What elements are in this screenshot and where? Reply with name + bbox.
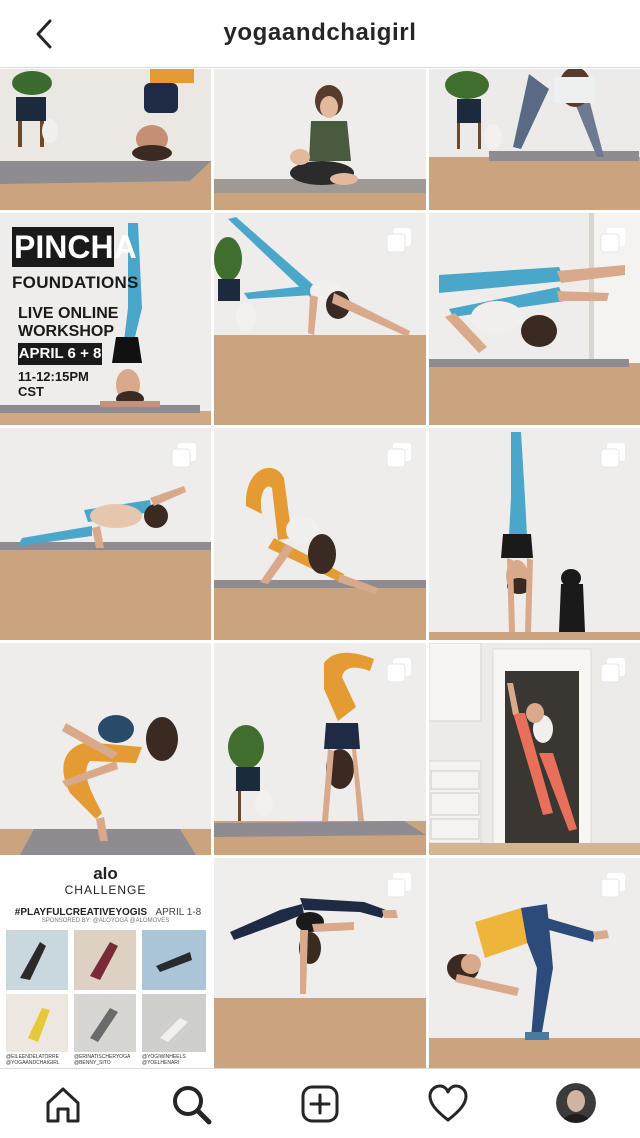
heart-icon xyxy=(428,1084,468,1122)
post-alo-dates-text: APRIL 1-8 xyxy=(155,907,202,918)
multiple-images-icon xyxy=(600,228,625,253)
post-r3c3[interactable] xyxy=(429,428,640,640)
post-r2c1[interactable]: PINCHA FOUNDATIONS LIVE ONLINE WORKSHOP … xyxy=(0,213,211,425)
post-time-text: 11-12:15PM CST xyxy=(18,369,89,399)
post-credit-2: @ERINATISCHERYOGA @BENNY_SITO xyxy=(74,1054,131,1066)
tab-home[interactable] xyxy=(40,1081,86,1127)
bottom-tab-bar xyxy=(0,1068,640,1138)
post-r4c3[interactable] xyxy=(429,643,640,855)
post-r1c1[interactable] xyxy=(0,69,211,210)
multiple-images-icon xyxy=(386,658,411,683)
post-r3c2[interactable] xyxy=(214,428,426,640)
multiple-images-icon xyxy=(600,443,625,468)
post-r2c3[interactable] xyxy=(429,213,640,425)
post-image xyxy=(0,69,211,210)
post-r1c3[interactable] xyxy=(429,69,640,210)
post-image xyxy=(429,69,640,210)
post-r4c2[interactable] xyxy=(214,643,426,855)
post-title-text: PINCHA xyxy=(14,229,137,265)
post-dates-badge: APRIL 6 + 8 xyxy=(18,343,102,365)
profile-username[interactable]: yogaandchaigirl xyxy=(0,19,640,47)
post-line-2: WORKSHOP xyxy=(18,323,114,340)
post-credit-1: @EILEENDELATORRE @YOGAANDCHAIGIRL xyxy=(6,1054,60,1066)
multiple-images-icon xyxy=(600,658,625,683)
post-line-1: LIVE ONLINE xyxy=(18,305,119,322)
multiple-images-icon xyxy=(600,873,625,898)
avatar-image xyxy=(556,1083,596,1123)
home-icon xyxy=(46,1087,80,1123)
tab-new-post[interactable] xyxy=(297,1081,343,1127)
post-r5c1[interactable]: alo CHALLENGE #PLAYFULCREATIVEYOGIS APRI… xyxy=(0,858,211,1068)
multiple-images-icon xyxy=(386,443,411,468)
multiple-images-icon xyxy=(171,443,196,468)
post-r4c1[interactable] xyxy=(0,643,211,855)
post-r3c1[interactable] xyxy=(0,428,211,640)
multiple-images-icon xyxy=(386,873,411,898)
post-sponsor-text: SPONSORED BY: @ALOYOGA @ALOMOVES xyxy=(41,918,170,924)
post-credit-3: @YOGIWINHEELS @YOELHENARI xyxy=(142,1054,186,1066)
post-label-text: CHALLENGE xyxy=(64,883,147,897)
tab-search[interactable] xyxy=(168,1081,214,1127)
post-r1c2[interactable] xyxy=(214,69,426,210)
post-brand-text: alo xyxy=(93,864,118,883)
tab-activity[interactable] xyxy=(425,1081,471,1127)
post-r5c2[interactable] xyxy=(214,858,426,1068)
multiple-images-icon xyxy=(386,228,411,253)
post-image xyxy=(0,643,211,855)
post-image xyxy=(214,69,426,210)
post-r2c2[interactable] xyxy=(214,213,426,425)
search-icon xyxy=(173,1086,212,1125)
post-subtitle-text: FOUNDATIONS xyxy=(12,273,139,292)
post-hashtag-text: #PLAYFULCREATIVEYOGIS xyxy=(14,907,148,918)
profile-avatar[interactable] xyxy=(556,1083,596,1123)
top-nav-bar: yogaandchaigirl xyxy=(0,0,640,68)
add-post-icon xyxy=(301,1085,339,1123)
post-r5c3[interactable] xyxy=(429,858,640,1068)
